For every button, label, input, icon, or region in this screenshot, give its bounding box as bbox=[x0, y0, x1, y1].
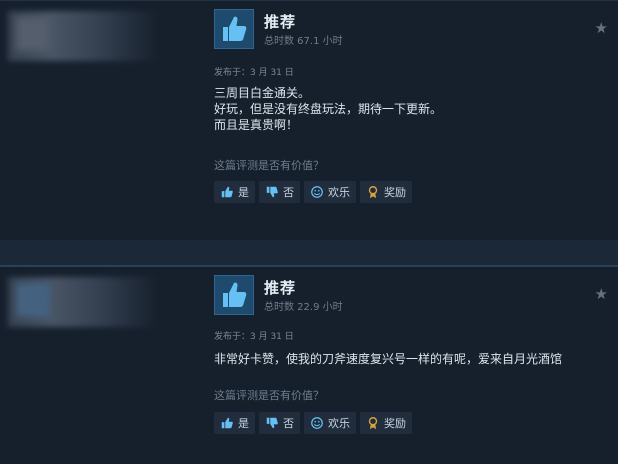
posted-date: 发布于：3 月 31 日 bbox=[214, 68, 294, 78]
vote-yes-label: 是 bbox=[238, 417, 249, 430]
vote-yes-label: 是 bbox=[238, 186, 249, 199]
vote-funny-label: 欢乐 bbox=[328, 417, 350, 430]
vote-yes-button[interactable]: 是 bbox=[214, 412, 255, 434]
vote-buttons: 是 否 欢乐 奖励 bbox=[214, 181, 412, 203]
smiley-icon bbox=[311, 186, 323, 198]
star-icon[interactable]: ★ bbox=[595, 19, 608, 37]
thumbs-up-icon bbox=[223, 16, 247, 41]
thumbs-up-icon bbox=[221, 417, 233, 429]
thumbs-down-icon bbox=[266, 417, 278, 429]
vote-yes-button[interactable]: 是 bbox=[214, 181, 255, 203]
recommended-thumb-badge bbox=[214, 9, 254, 49]
recommendation-title[interactable]: 推荐 bbox=[264, 11, 296, 32]
review-card: 推荐 总时数 22.9 小时 ★ 发布于：3 月 31 日 非常好卡赞，使我的刀… bbox=[0, 265, 618, 464]
vote-no-label: 否 bbox=[283, 186, 294, 199]
thumbs-up-icon bbox=[221, 186, 233, 198]
posted-date: 发布于：3 月 31 日 bbox=[214, 332, 294, 342]
star-icon[interactable]: ★ bbox=[595, 285, 608, 303]
recommended-thumb-badge bbox=[214, 275, 254, 315]
vote-no-button[interactable]: 否 bbox=[259, 412, 300, 434]
review-line: 好玩，但是没有终盘玩法，期待一下更新。 bbox=[214, 102, 443, 116]
review-separator bbox=[0, 240, 618, 265]
smiley-icon bbox=[311, 417, 323, 429]
thumbs-down-icon bbox=[266, 186, 278, 198]
blurred-user-info bbox=[8, 11, 158, 61]
vote-buttons: 是 否 欢乐 奖励 bbox=[214, 412, 412, 434]
recommendation-title[interactable]: 推荐 bbox=[264, 277, 296, 298]
thumbs-up-icon bbox=[223, 282, 247, 307]
review-line: 而且是真贵啊！ bbox=[214, 118, 299, 132]
review-line: 三周目白金通关。 bbox=[214, 86, 311, 100]
vote-no-label: 否 bbox=[283, 417, 294, 430]
award-icon bbox=[368, 186, 378, 199]
award-button[interactable]: 奖励 bbox=[360, 412, 412, 434]
hours-played: 总时数 67.1 小时 bbox=[264, 36, 343, 47]
vote-funny-button[interactable]: 欢乐 bbox=[304, 412, 356, 434]
helpful-question: 这篇评测是否有价值？ bbox=[214, 159, 324, 172]
helpful-question: 这篇评测是否有价值？ bbox=[214, 389, 324, 402]
award-icon bbox=[368, 417, 378, 430]
vote-funny-label: 欢乐 bbox=[328, 186, 350, 199]
review-line: 非常好卡赞，使我的刀斧速度复兴号一样的有呢，爱来自月光酒馆 bbox=[214, 352, 563, 366]
review-card: 推荐 总时数 67.1 小时 ★ 发布于：3 月 31 日 三周目白金通关。 好… bbox=[0, 0, 618, 240]
hours-played: 总时数 22.9 小时 bbox=[264, 302, 343, 313]
award-button[interactable]: 奖励 bbox=[360, 181, 412, 203]
review-text: 非常好卡赞，使我的刀斧速度复兴号一样的有呢，爱来自月光酒馆 bbox=[214, 351, 609, 367]
award-label: 奖励 bbox=[384, 186, 406, 199]
review-text: 三周目白金通关。 好玩，但是没有终盘玩法，期待一下更新。 而且是真贵啊！ bbox=[214, 85, 609, 133]
vote-no-button[interactable]: 否 bbox=[259, 181, 300, 203]
vote-funny-button[interactable]: 欢乐 bbox=[304, 181, 356, 203]
blurred-user-info bbox=[8, 277, 158, 327]
award-label: 奖励 bbox=[384, 417, 406, 430]
